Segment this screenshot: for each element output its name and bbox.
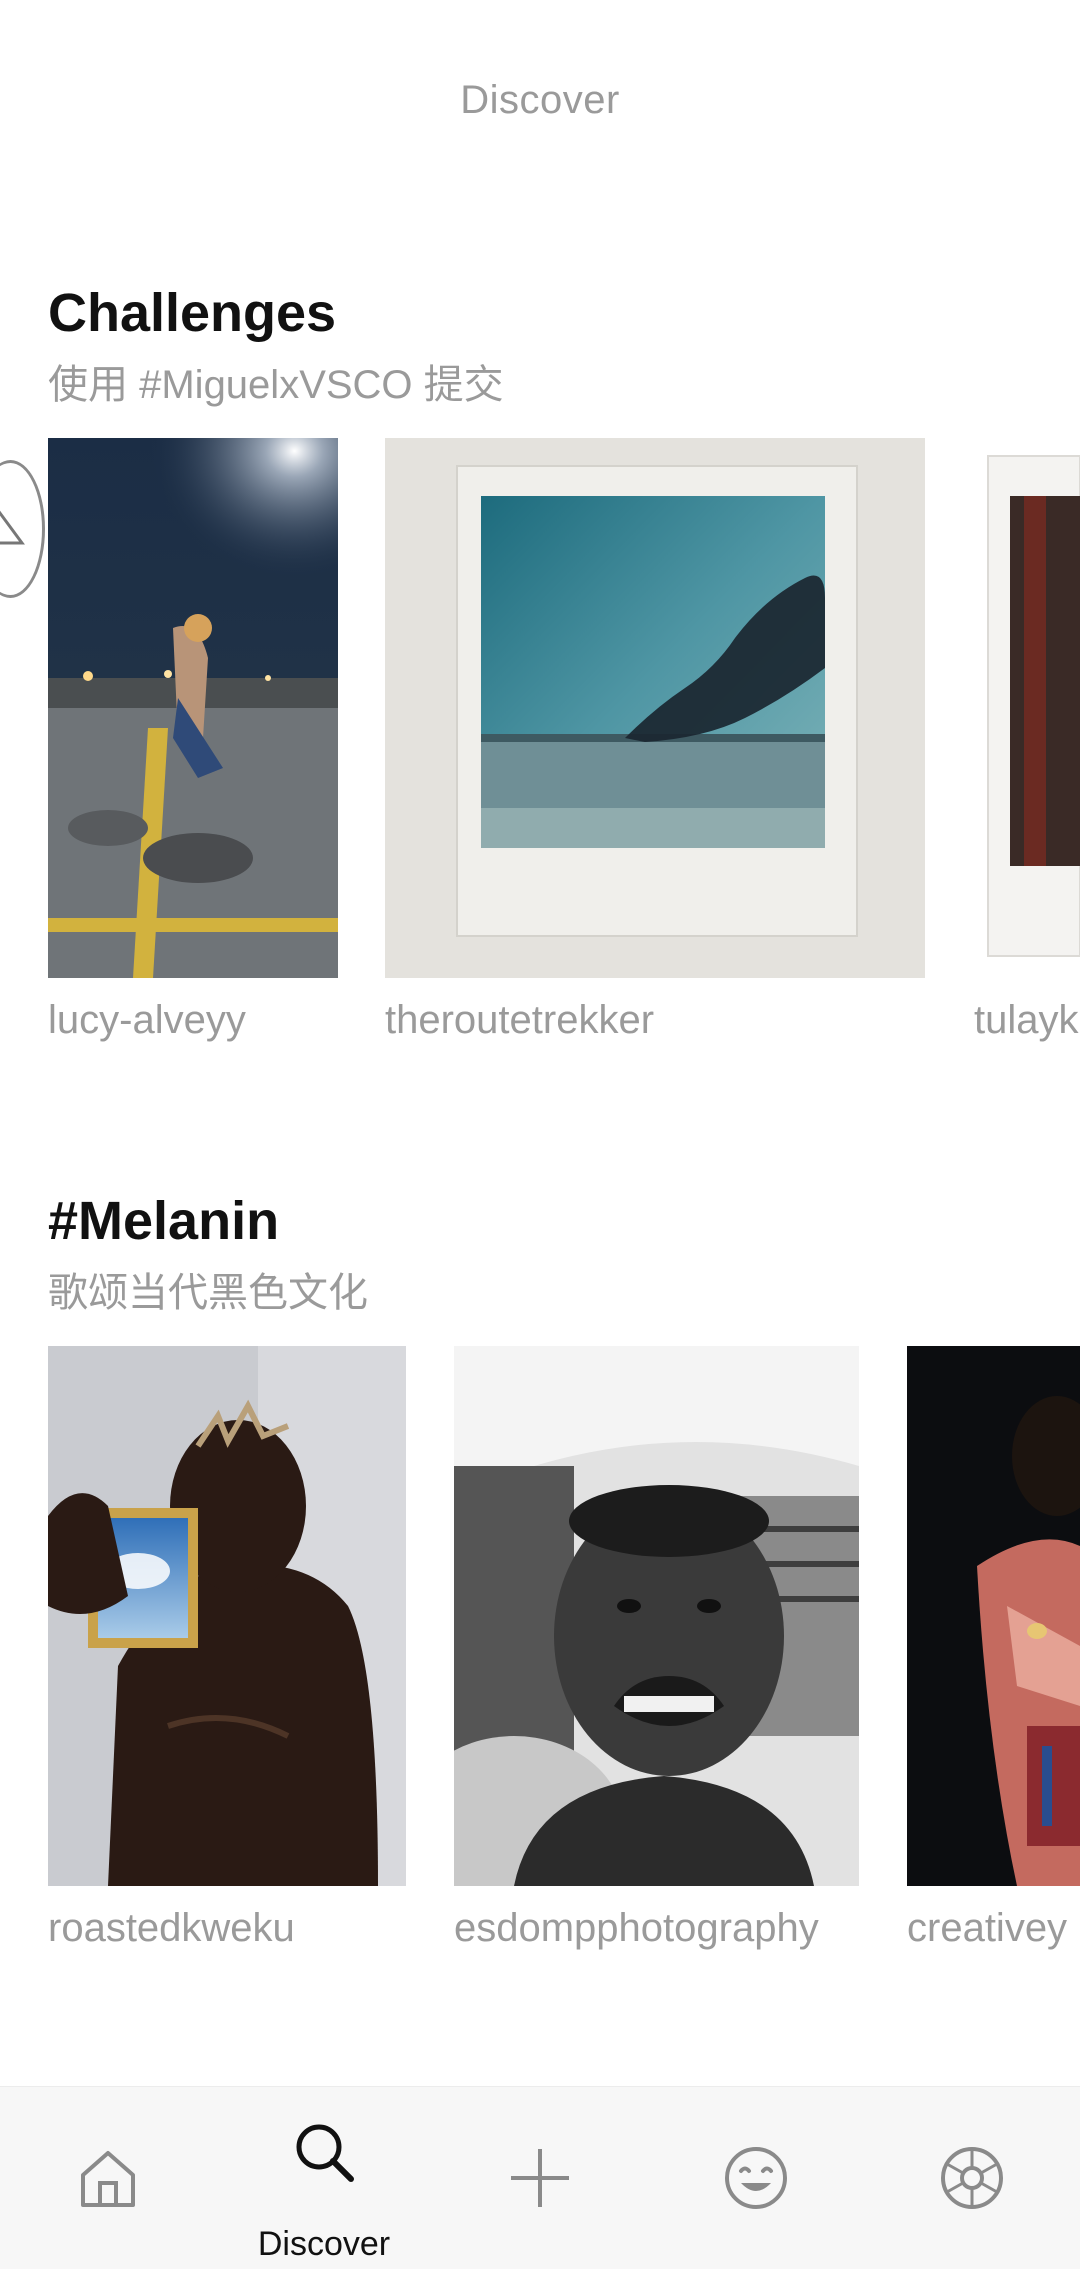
photo-tile-tulayk[interactable] bbox=[974, 438, 1080, 978]
nav-home[interactable] bbox=[0, 2087, 216, 2269]
home-icon bbox=[81, 2151, 135, 2207]
challenge-badge-icon[interactable]: ON bbox=[0, 460, 45, 598]
photo-username[interactable]: roastedkweku bbox=[48, 1906, 295, 1951]
bottom-navigation: Discover bbox=[0, 2086, 1080, 2269]
photo-username[interactable]: esdompphotography bbox=[454, 1906, 819, 1951]
section-subtitle-challenges: 使用 #MiguelxVSCO 提交 bbox=[48, 363, 504, 407]
page-title: Discover bbox=[460, 78, 620, 122]
smiley-icon bbox=[725, 2147, 787, 2209]
nav-discover[interactable]: Discover bbox=[216, 2087, 432, 2269]
nav-create[interactable] bbox=[432, 2087, 648, 2269]
nav-studio[interactable] bbox=[864, 2087, 1080, 2269]
photo-tile-theroutetrekker[interactable] bbox=[385, 438, 925, 978]
photo-tile-lucy-alveyy[interactable] bbox=[48, 438, 338, 978]
section-title-melanin[interactable]: #Melanin bbox=[48, 1190, 279, 1252]
photo-tile-esdompphotography[interactable] bbox=[454, 1346, 859, 1886]
discover-screen: Discover Challenges 使用 #MiguelxVSCO 提交 O… bbox=[0, 0, 1080, 2269]
plus-icon bbox=[511, 2149, 569, 2207]
section-title-challenges[interactable]: Challenges bbox=[48, 282, 336, 344]
section-subtitle-melanin: 歌颂当代黑色文化 bbox=[48, 1271, 368, 1315]
photo-username[interactable]: lucy-alveyy bbox=[48, 998, 246, 1043]
photo-tile-creativey[interactable] bbox=[907, 1346, 1080, 1886]
aperture-icon bbox=[941, 2147, 1003, 2209]
search-icon bbox=[296, 2124, 354, 2182]
nav-profile[interactable] bbox=[648, 2087, 864, 2269]
photo-username[interactable]: creativey bbox=[907, 1906, 1067, 1951]
photo-username[interactable]: theroutetrekker bbox=[385, 998, 654, 1043]
photo-tile-roastedkweku[interactable] bbox=[48, 1346, 406, 1886]
nav-discover-label: Discover bbox=[257, 2225, 391, 2263]
photo-username[interactable]: tulayk bbox=[974, 998, 1079, 1043]
